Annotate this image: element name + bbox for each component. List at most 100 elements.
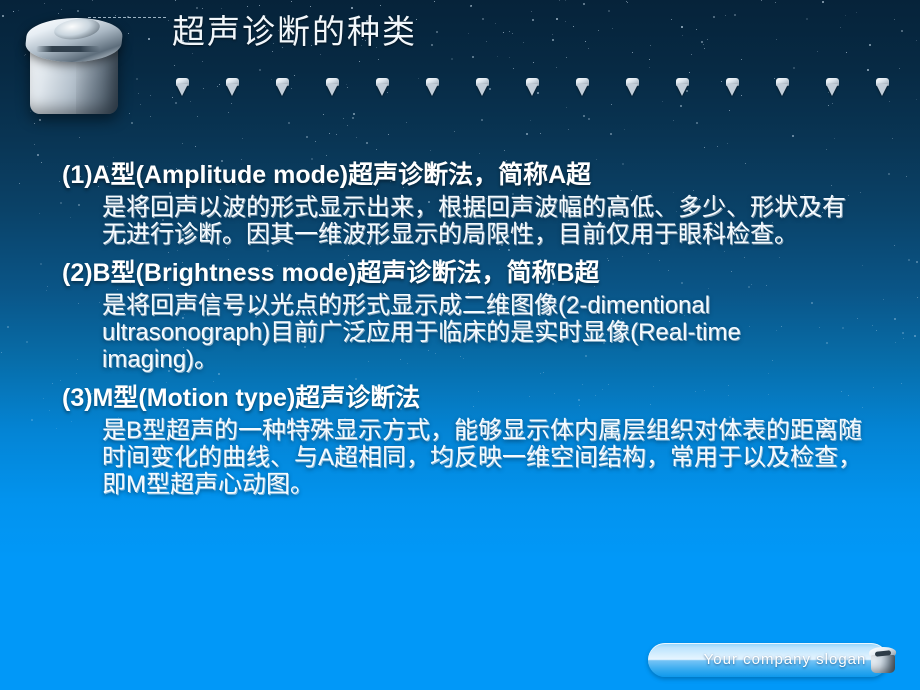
star-speck <box>901 383 902 384</box>
star-speck <box>895 342 896 343</box>
block-paragraph: 是B型超声的一种特殊显示方式，能够显示体内属层组织对体表的距离随时间变化的曲线、… <box>102 417 863 498</box>
star-speck <box>242 138 243 139</box>
star-speck <box>454 131 455 132</box>
star-speck <box>479 153 480 154</box>
star-speck <box>356 137 357 138</box>
star-speck <box>873 387 874 388</box>
company-slogan-text: Your company slogan <box>703 651 867 668</box>
star-speck <box>792 135 794 137</box>
star-speck <box>568 129 569 130</box>
block-heading: (3)M型(Motion type)超声诊断法 <box>62 384 421 412</box>
star-speck <box>37 154 39 156</box>
diamond-bullet-icon <box>275 78 290 96</box>
star-speck <box>19 183 20 184</box>
mini-cube-body <box>871 655 895 673</box>
diamond-bullet-icon <box>475 78 490 96</box>
star-speck <box>343 118 344 119</box>
star-speck <box>26 341 28 343</box>
star-speck <box>1 352 2 353</box>
star-speck <box>826 149 827 150</box>
slide-header: 超声诊断的种类 <box>0 0 920 118</box>
diamond-bullet-icon <box>375 78 390 96</box>
star-speck <box>79 137 80 138</box>
star-speck <box>315 141 316 142</box>
star-speck <box>610 133 612 135</box>
diamond-bullet-icon <box>875 78 890 96</box>
star-speck <box>306 136 308 138</box>
star-speck <box>39 213 40 214</box>
star-speck <box>34 123 35 124</box>
star-speck <box>182 143 183 144</box>
star-speck <box>588 118 590 120</box>
diamond-bullet-icon <box>175 78 190 96</box>
metallic-cube-logo <box>16 4 142 122</box>
star-speck <box>916 261 918 263</box>
star-speck <box>430 150 431 151</box>
star-speck <box>366 142 368 144</box>
star-speck <box>31 419 33 421</box>
star-speck <box>540 133 541 134</box>
star-speck <box>917 297 918 298</box>
block-paragraph: 是将回声以波的形式显示出来，根据回声波幅的高低、多少、形状及有无进行诊断。因其一… <box>102 194 846 248</box>
diamond-decoration-row <box>0 78 920 100</box>
star-speck <box>888 173 890 175</box>
star-speck <box>60 380 61 381</box>
star-speck <box>530 120 531 121</box>
page-title: 超声诊断的种类 <box>172 15 417 51</box>
star-speck <box>906 176 907 177</box>
star-speck <box>883 299 884 300</box>
cube-edge-glint <box>36 46 100 52</box>
diamond-bullet-icon <box>525 78 540 96</box>
star-speck <box>52 383 53 384</box>
diamond-bullet-icon <box>725 78 740 96</box>
company-cube-icon <box>868 645 898 675</box>
star-speck <box>41 162 42 163</box>
star-speck <box>347 125 348 126</box>
star-speck <box>727 143 728 144</box>
star-speck <box>388 134 389 135</box>
diamond-bullet-icon <box>325 78 340 96</box>
diamond-bullet-icon <box>225 78 240 96</box>
star-speck <box>504 150 505 151</box>
star-speck <box>376 149 377 150</box>
star-speck <box>131 122 133 124</box>
star-speck <box>892 138 893 139</box>
star-speck <box>47 286 48 287</box>
block-paragraph: 是将回声信号以光点的形式显示成二维图像(2-dimentional ultras… <box>102 292 741 373</box>
presentation-slide: 超声诊断的种类 (1)A型(Amplitude mode)超声诊断法，简称A超 … <box>0 0 920 690</box>
star-speck <box>914 335 916 337</box>
content-block-3: (3)M型(Motion type)超声诊断法 是B型超声的一种特殊显示方式，能… <box>62 379 862 498</box>
star-speck <box>406 122 407 123</box>
star-speck <box>894 245 895 246</box>
content-block-1: (1)A型(Amplitude mode)超声诊断法，简称A超 是将回声以波的形… <box>62 156 862 248</box>
star-speck <box>903 338 904 339</box>
star-speck <box>329 133 330 134</box>
star-speck <box>46 290 47 291</box>
footer-slogan-bar: Your company slogan <box>648 641 906 681</box>
star-speck <box>624 129 625 130</box>
star-speck <box>481 119 483 121</box>
star-speck <box>526 133 528 135</box>
star-speck <box>704 147 705 148</box>
block-heading: (2)B型(Brightness mode)超声诊断法，简称B超 <box>62 259 600 287</box>
slide-body: (1)A型(Amplitude mode)超声诊断法，简称A超 是将回声以波的形… <box>62 156 862 498</box>
star-speck <box>872 325 873 326</box>
diamond-bullet-icon <box>425 78 440 96</box>
star-speck <box>862 265 863 266</box>
star-speck <box>876 330 877 331</box>
diamond-bullet-icon <box>575 78 590 96</box>
star-speck <box>34 144 35 145</box>
star-speck <box>195 146 196 147</box>
star-speck <box>894 318 896 320</box>
star-speck <box>7 326 9 328</box>
title-rule-line <box>88 17 166 18</box>
block-heading: (1)A型(Amplitude mode)超声诊断法，简称A超 <box>62 161 592 189</box>
star-speck <box>43 398 44 399</box>
star-speck <box>288 122 290 124</box>
diamond-bullet-icon <box>675 78 690 96</box>
star-speck <box>696 122 698 124</box>
star-speck <box>862 407 863 408</box>
star-speck <box>834 138 835 139</box>
star-speck <box>717 146 718 147</box>
diamond-bullet-icon <box>625 78 640 96</box>
